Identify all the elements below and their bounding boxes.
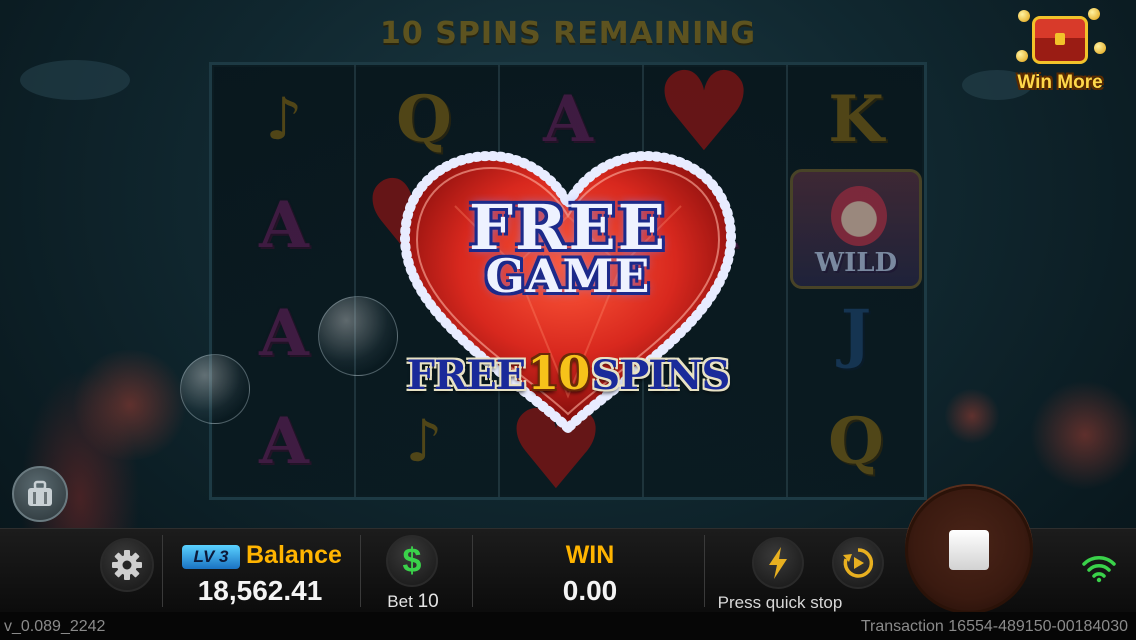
transaction-id: Transaction 16554-489150-00184030: [860, 618, 1128, 635]
spins-remaining-banner: 10 SPINS REMAINING: [380, 16, 756, 51]
free-game-title-line1: FREE: [468, 191, 668, 264]
settings-button[interactable]: [100, 538, 154, 592]
coin-icon: [1018, 10, 1030, 22]
bet-label-text: Bet: [387, 592, 413, 611]
wild-label: WILD: [814, 248, 898, 278]
backpack-button[interactable]: [12, 466, 68, 522]
reel-divider: [354, 65, 356, 497]
free-game-title-line2: GAME: [485, 249, 651, 303]
coin-icon: [1088, 8, 1100, 20]
separator: [360, 535, 361, 607]
treasure-chest-icon: [1032, 16, 1088, 64]
backpack-icon: [28, 480, 52, 506]
balance-label: Balance: [246, 541, 342, 569]
free-spins-number: 10: [527, 346, 590, 400]
free-game-title: FREE GAME: [395, 191, 741, 303]
bet-label: Bet 10: [378, 591, 448, 613]
mermaid-face: [831, 186, 887, 246]
win-more-label: Win More: [1017, 72, 1103, 93]
separator: [704, 535, 705, 607]
starfish: [944, 388, 1000, 444]
win-label: WIN: [565, 541, 615, 569]
reel-symbol-q: Q: [828, 403, 884, 479]
quick-stop-label: Press quick stop: [717, 593, 843, 612]
autoplay-button[interactable]: [832, 537, 884, 589]
spin-stop-button[interactable]: [905, 486, 1033, 614]
wild-symbol: WILD: [790, 169, 922, 289]
version-label: v_0.089_2242: [4, 618, 106, 635]
bet-button[interactable]: $: [386, 535, 438, 587]
free-spins-suffix: SPINS: [591, 352, 730, 399]
reel-symbol-a: A: [259, 187, 309, 263]
separator: [472, 535, 473, 607]
reel-divider: [786, 65, 788, 497]
coin-icon: [1016, 50, 1028, 62]
status-bar: v_0.089_2242 Transaction 16554-489150-00…: [0, 612, 1136, 640]
bubble: [180, 354, 250, 424]
turbo-button[interactable]: [752, 537, 804, 589]
gear-icon: [112, 550, 142, 580]
level-badge: LV 3: [182, 545, 240, 569]
stop-icon: [949, 530, 989, 570]
win-value: 0.00: [562, 575, 618, 606]
win-more-button[interactable]: Win More: [1012, 6, 1108, 98]
autoplay-icon: [843, 548, 874, 578]
dollar-icon: $: [402, 541, 422, 580]
bet-value: 10: [417, 591, 439, 612]
bubble: [318, 296, 398, 376]
reel-symbol-k: K: [828, 81, 884, 157]
game-screen: 10 SPINS REMAINING ♪ A A A Q ♥ ♪ A ♥ ♥ A…: [0, 0, 1136, 640]
free-game-popup: FREE GAME FREE10SPINS: [395, 146, 741, 436]
harp-symbol: ♪: [265, 85, 303, 153]
coral-left: [70, 350, 190, 460]
balance-value: 18,562.41: [197, 575, 323, 606]
coral-right: [1030, 380, 1136, 490]
fish-shadow-left: [20, 60, 130, 100]
free-spins-count: FREE10SPINS: [395, 346, 741, 400]
lightning-icon: [769, 547, 787, 579]
separator: [162, 535, 163, 607]
coin-icon: [1094, 42, 1106, 54]
free-spins-prefix: FREE: [406, 352, 527, 399]
reel-symbol-j: J: [840, 295, 872, 371]
wifi-icon: [1082, 556, 1116, 583]
